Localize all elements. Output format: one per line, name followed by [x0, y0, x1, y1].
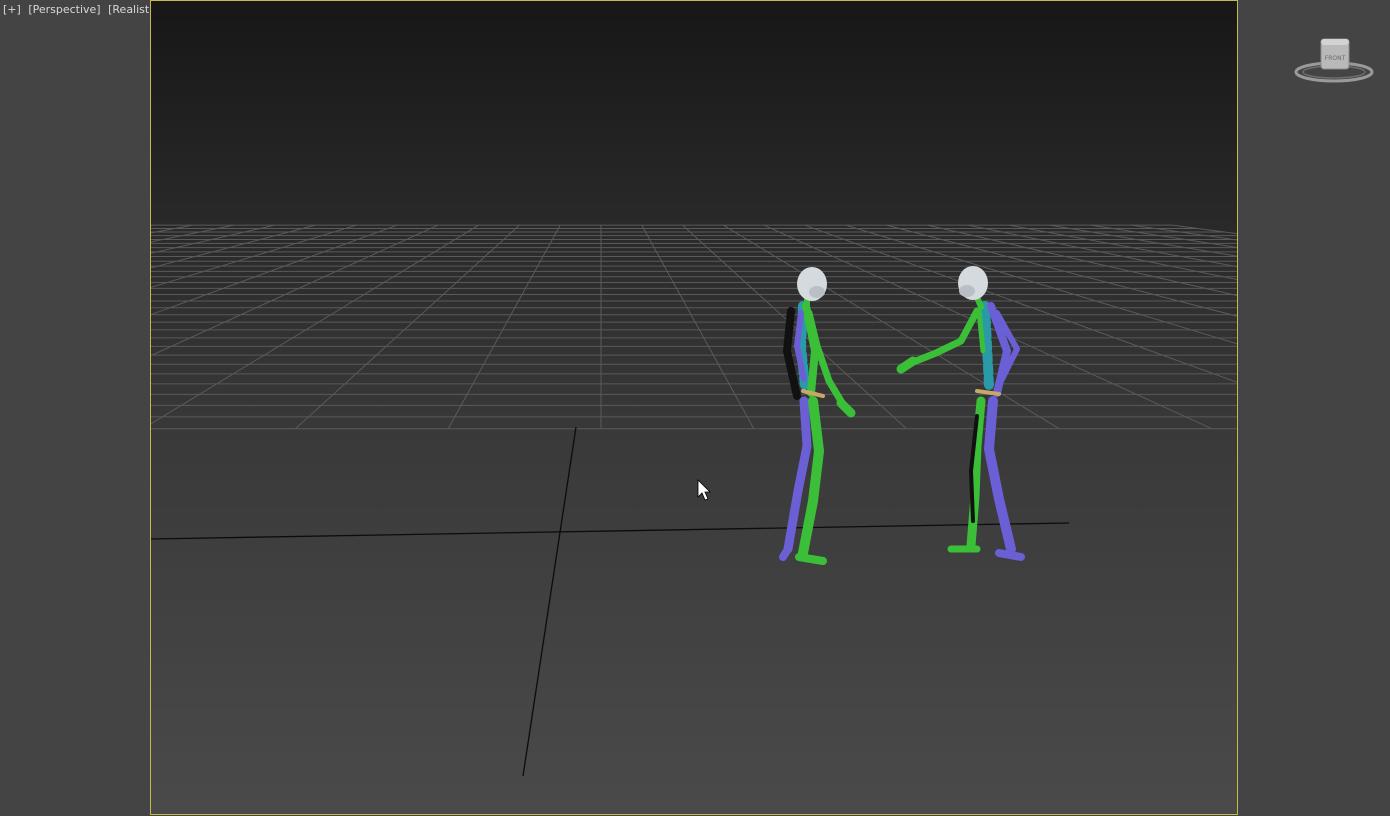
viewcube-face-label: FRONT — [1325, 55, 1346, 62]
viewcube-icon[interactable]: FRONT — [1294, 36, 1378, 88]
viewport-scene — [151, 224, 1237, 777]
viewport-menu-button[interactable]: [+] — [3, 3, 21, 16]
grid-axes — [151, 426, 1070, 777]
viewport-label-bar: [+] [Perspective] [Realistic] — [3, 3, 167, 16]
home-grid — [151, 224, 1237, 430]
perspective-viewport[interactable] — [150, 0, 1238, 815]
viewport-view-button[interactable]: [Perspective] — [28, 3, 100, 16]
biped-character-right[interactable] — [896, 266, 1025, 561]
right-panel — [1238, 0, 1390, 816]
mouse-cursor-icon — [697, 479, 711, 501]
biped-character-left[interactable] — [779, 267, 856, 565]
